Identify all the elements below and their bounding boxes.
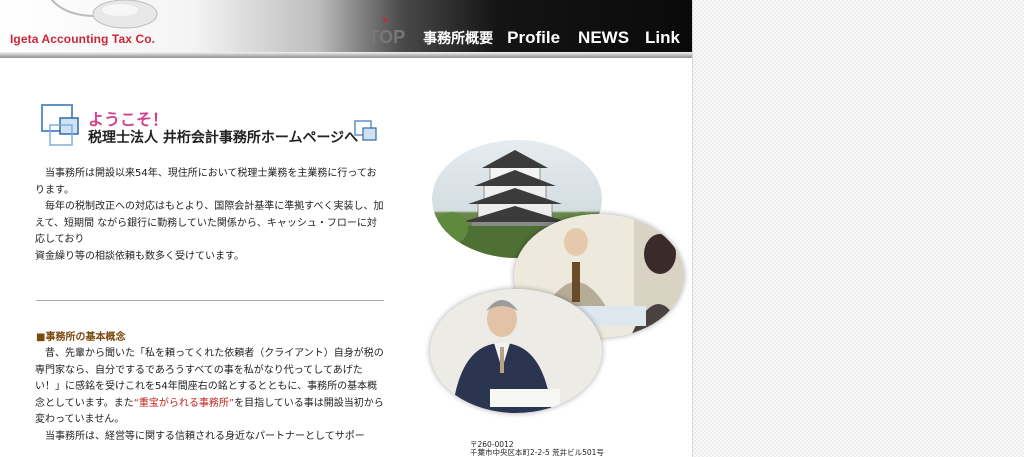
header-divider xyxy=(0,52,692,58)
intro-paragraph-1: 当事務所は開設以来54年、現住所において税理士業務を主業務に行っております。 xyxy=(35,168,377,196)
concept-emphasis: “重宝がられる事務所” xyxy=(133,397,235,409)
section-title: ■事務所の基本概念 xyxy=(36,332,126,343)
intro-paragraph-3: 資金繰り等の相談依頼も数多く受けています。 xyxy=(35,250,244,262)
consultant-photo xyxy=(430,289,602,413)
company-name: Igeta Accounting Tax Co. xyxy=(10,32,156,46)
page: Igeta Accounting Tax Co. ▼ TOP 事務所概要 Pro… xyxy=(0,0,693,457)
nav-profile[interactable]: Profile xyxy=(507,28,560,48)
nav-link[interactable]: Link xyxy=(645,28,680,48)
nav-top[interactable]: ▼ TOP xyxy=(368,16,406,48)
welcome-banner: ようこそ！ 税理士法人 井桁会計事務所ホームページへ xyxy=(40,103,385,148)
welcome-subheading: 税理士法人 井桁会計事務所ホームページへ xyxy=(88,130,359,146)
nav-news[interactable]: NEWS xyxy=(578,28,629,48)
office-address: 〒260-0012 千葉市中央区本町2-2-5 荒井ビル501号 xyxy=(470,441,604,457)
intro-text: 当事務所は開設以来54年、現住所において税理士業務を主業務に行っております。 毎… xyxy=(35,166,385,265)
section-divider xyxy=(36,300,384,301)
address-line: 千葉市中央区本町2-2-5 荒井ビル501号 xyxy=(470,448,604,457)
down-arrow-icon: ▼ xyxy=(380,15,390,25)
nav-about[interactable]: 事務所概要 xyxy=(423,28,493,48)
concept-paragraph-c: 当事務所は、経営等に関する信頼される身近なパートナーとしてサポー xyxy=(35,430,365,442)
site-header: Igeta Accounting Tax Co. ▼ TOP 事務所概要 Pro… xyxy=(0,0,692,58)
nav-top-label: TOP xyxy=(368,27,406,47)
concept-text: 昔、先輩から聞いた「私を頼ってくれた依頼者（クライアント）自身が税の専門家なら、… xyxy=(35,346,385,445)
main-nav: ▼ TOP 事務所概要 Profile NEWS Link xyxy=(368,16,680,48)
computer-mouse-icon xyxy=(50,0,158,29)
intro-paragraph-2: 毎年の税制改正への対応はもとより、国際会計基準に準拠すべく実装し、加えて、短期間… xyxy=(35,201,384,245)
squares-icon xyxy=(41,104,79,146)
squares-icon xyxy=(354,120,377,141)
